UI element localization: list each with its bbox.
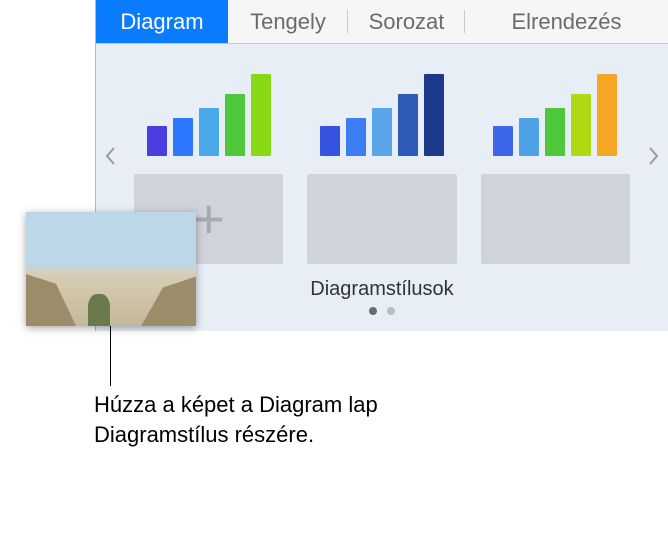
chart-bar: [225, 94, 245, 156]
chart-bar: [147, 126, 167, 156]
chart-bar: [372, 108, 392, 156]
tab-elrendezes[interactable]: Elrendezés: [465, 0, 668, 43]
chart-bar: [346, 118, 366, 156]
chart-bar: [493, 126, 513, 156]
callout-line: [110, 326, 111, 386]
chart-bar: [597, 74, 617, 156]
chart-bar: [545, 108, 565, 156]
chart-bar: [251, 74, 271, 156]
styles-next-arrow[interactable]: [648, 144, 660, 170]
inspector-tabs: Diagram Tengely Sorozat Elrendezés: [96, 0, 668, 44]
chart-style-preset[interactable]: [134, 66, 283, 156]
chart-style-empty-tile[interactable]: [481, 174, 630, 264]
chart-bar: [398, 94, 418, 156]
chart-style-preset[interactable]: [481, 66, 630, 156]
image-detail: [88, 294, 110, 326]
chart-style-empty-tile[interactable]: [307, 174, 456, 264]
plus-icon: +: [192, 191, 225, 247]
page-dot[interactable]: [387, 307, 395, 315]
callout-text: Húzza a képet a Diagram lap Diagramstílu…: [94, 390, 494, 449]
chart-bar: [571, 94, 591, 156]
chart-bar: [519, 118, 539, 156]
tab-tengely[interactable]: Tengely: [228, 0, 348, 43]
chart-bar: [424, 74, 444, 156]
tab-diagram[interactable]: Diagram: [96, 0, 228, 43]
chart-bar: [199, 108, 219, 156]
chart-style-presets-row: [108, 66, 656, 156]
tab-sorozat[interactable]: Sorozat: [348, 0, 465, 43]
dragged-image-thumbnail[interactable]: [26, 212, 196, 326]
chart-style-preset[interactable]: [307, 66, 456, 156]
chart-bar: [320, 126, 340, 156]
chart-bar: [173, 118, 193, 156]
chevron-left-icon: [104, 146, 116, 166]
page-dot[interactable]: [369, 307, 377, 315]
styles-prev-arrow[interactable]: [104, 144, 116, 170]
chevron-right-icon: [648, 146, 660, 166]
